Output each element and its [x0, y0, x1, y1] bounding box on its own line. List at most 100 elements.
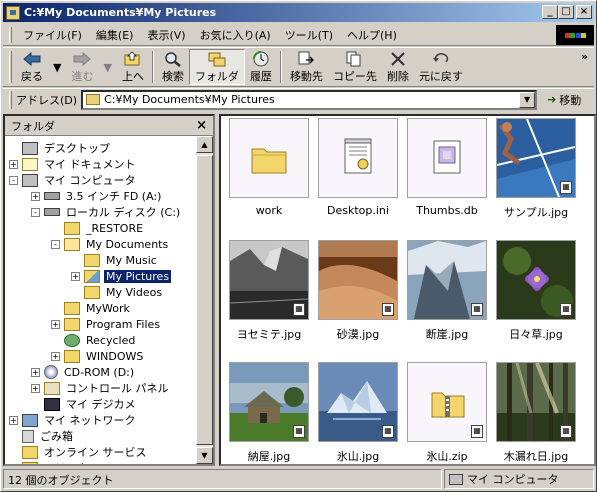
back-button[interactable]: 戻る	[16, 49, 48, 85]
search-button[interactable]: 検索	[157, 49, 189, 85]
thumbnail-frame: ▦	[496, 240, 576, 320]
folders-button[interactable]: フォルダ	[188, 49, 245, 85]
forward-button[interactable]: 進む	[66, 49, 98, 85]
expand-icon[interactable]: +	[31, 191, 40, 201]
tree-node[interactable]: +3.5 インチ FD (A:)	[31, 188, 163, 204]
tree-node[interactable]: オンライン サービス	[9, 444, 149, 460]
history-button[interactable]: 履歴	[245, 49, 277, 85]
undo-button[interactable]: 元に戻す	[414, 49, 468, 85]
file-name: ヨセミテ.jpg	[236, 328, 302, 341]
collapse-icon[interactable]: -	[9, 175, 18, 185]
delete-button[interactable]: 削除	[382, 49, 414, 85]
close-button[interactable]: ×	[576, 5, 592, 19]
address-dropdown-icon[interactable]: ▼	[519, 91, 536, 108]
minimize-button[interactable]: _	[542, 5, 558, 19]
toolbar-more-chevron[interactable]: »	[581, 50, 588, 63]
menu-view[interactable]: 表示(V)	[140, 27, 192, 43]
tree-node[interactable]: My Videos	[71, 284, 164, 300]
expand-icon[interactable]: +	[9, 415, 18, 425]
maximize-button[interactable]: □	[558, 5, 574, 19]
expand-icon[interactable]: +	[71, 271, 80, 281]
tree-node[interactable]: + CD-ROM (D:)	[31, 364, 136, 380]
file-tile[interactable]: Thumbs.db	[407, 118, 487, 218]
menu-grip[interactable]	[9, 26, 12, 43]
explorer-window: C:¥My Documents¥My Pictures _ □ × ファイル(F…	[0, 0, 597, 492]
title-bar[interactable]: C:¥My Documents¥My Pictures _ □ ×	[3, 3, 594, 22]
menu-file[interactable]: ファイル(F)	[16, 27, 89, 43]
copy-to-button[interactable]: コピー先	[328, 49, 382, 85]
file-tile[interactable]: ▦ ヨセミテ.jpg	[229, 240, 309, 341]
tree-node[interactable]: + WINDOWS	[51, 348, 145, 364]
expand-icon[interactable]: +	[51, 319, 60, 329]
file-tile[interactable]: Desktop.ini	[318, 118, 398, 218]
delete-label: 削除	[386, 69, 409, 83]
expand-icon[interactable]: +	[31, 367, 40, 377]
collapse-icon[interactable]: -	[51, 239, 60, 249]
file-tile[interactable]: ▦ 木漏れ日.jpg	[496, 362, 576, 463]
menu-help[interactable]: ヘルプ(H)	[340, 27, 404, 43]
tree-node[interactable]: + My Pictures	[71, 268, 172, 284]
tree-node[interactable]: - マイ コンピュータ	[9, 172, 138, 188]
menu-tools[interactable]: ツール(T)	[278, 27, 340, 43]
status-zone: マイ コンピュータ	[444, 469, 594, 489]
move-to-button[interactable]: 移動先	[285, 49, 328, 85]
tree-node[interactable]: + マイ ネットワーク	[9, 412, 138, 428]
address-value[interactable]: C:¥My Documents¥My Pictures	[104, 93, 275, 106]
forward-dropdown-icon[interactable]: ▼	[98, 49, 116, 85]
tree-node[interactable]: Recycled	[51, 332, 137, 348]
expand-icon[interactable]: +	[31, 383, 40, 393]
folder-icon	[22, 445, 38, 459]
collapse-icon[interactable]: -	[31, 207, 40, 217]
folder-tree: デスクトップ + マイ ドキュメント - マイ コンピュータ +3.5 インチ FD (A…	[5, 136, 195, 464]
up-button[interactable]: 上へ	[117, 49, 149, 85]
file-tile[interactable]: ▦ 日々草.jpg	[496, 240, 576, 341]
go-button[interactable]: ➜ 移動	[547, 92, 581, 108]
menu-edit[interactable]: 編集(E)	[89, 27, 141, 43]
tree-node[interactable]: - My Documents	[51, 236, 170, 252]
folder-icon	[64, 221, 80, 235]
folders-pane-close-icon[interactable]: ×	[196, 118, 207, 133]
file-view: work Desktop.ini Thumbs.db ▦ サンプル.jpg ▦ ヨセミテ.j…	[219, 114, 596, 466]
address-grip[interactable]	[9, 90, 12, 109]
menu-favorites[interactable]: お気に入り(A)	[193, 27, 278, 43]
back-dropdown-icon[interactable]: ▼	[48, 49, 66, 85]
ini-icon	[319, 119, 397, 197]
file-type-badge-icon: ▦	[293, 425, 305, 438]
tree-node[interactable]: _RESTORE	[51, 220, 145, 236]
file-tile[interactable]: work	[229, 118, 309, 218]
address-input[interactable]: C:¥My Documents¥My Pictures ▼	[81, 89, 538, 110]
tree-node[interactable]: マイ デジカメ	[31, 396, 138, 412]
expand-icon[interactable]: +	[9, 159, 18, 169]
scroll-thumb[interactable]	[196, 155, 213, 445]
tree-node[interactable]: My Music	[71, 252, 159, 268]
recycle-icon	[64, 333, 80, 347]
tree-node[interactable]: - ローカル ディスク (C:)	[31, 204, 182, 220]
toolbar-grip[interactable]	[9, 51, 12, 83]
tree-node[interactable]: フリーウェア	[9, 460, 112, 464]
folder-icon	[230, 119, 308, 197]
file-type-badge-icon: ▦	[560, 425, 572, 438]
drive-icon	[44, 208, 60, 216]
tree-node[interactable]: + コントロール パネル	[31, 380, 171, 396]
file-tile[interactable]: ▦ 砂漠.jpg	[318, 240, 398, 341]
tree-node[interactable]: デスクトップ	[9, 140, 112, 156]
tree-node[interactable]: + マイ ドキュメント	[9, 156, 138, 172]
file-tile[interactable]: ▦ 氷山.jpg	[318, 362, 398, 463]
expand-icon[interactable]: +	[51, 351, 60, 361]
file-tile[interactable]: ▦ 氷山.zip	[407, 362, 487, 463]
tree-node[interactable]: ごみ箱	[9, 428, 75, 444]
tree-node[interactable]: + Program Files	[51, 316, 162, 332]
scroll-up-arrow-icon[interactable]: ▲	[196, 136, 213, 153]
tree-node-label: MyWork	[86, 301, 130, 315]
scroll-down-arrow-icon[interactable]: ▼	[196, 447, 213, 464]
thumbnail-frame: ▦	[407, 362, 487, 442]
file-tile[interactable]: ▦ サンプル.jpg	[496, 118, 576, 219]
file-tile[interactable]: ▦ 断崖.jpg	[407, 240, 487, 341]
tree-node-label: デスクトップ	[44, 142, 110, 155]
tree-scrollbar[interactable]: ▲ ▼	[196, 136, 213, 464]
tree-node[interactable]: MyWork	[51, 300, 132, 316]
move-to-label: 移動先	[289, 69, 323, 83]
tree-node-label: マイ デジカメ	[66, 398, 136, 411]
folder-icon	[22, 461, 38, 464]
file-tile[interactable]: ▦ 納屋.jpg	[229, 362, 309, 463]
